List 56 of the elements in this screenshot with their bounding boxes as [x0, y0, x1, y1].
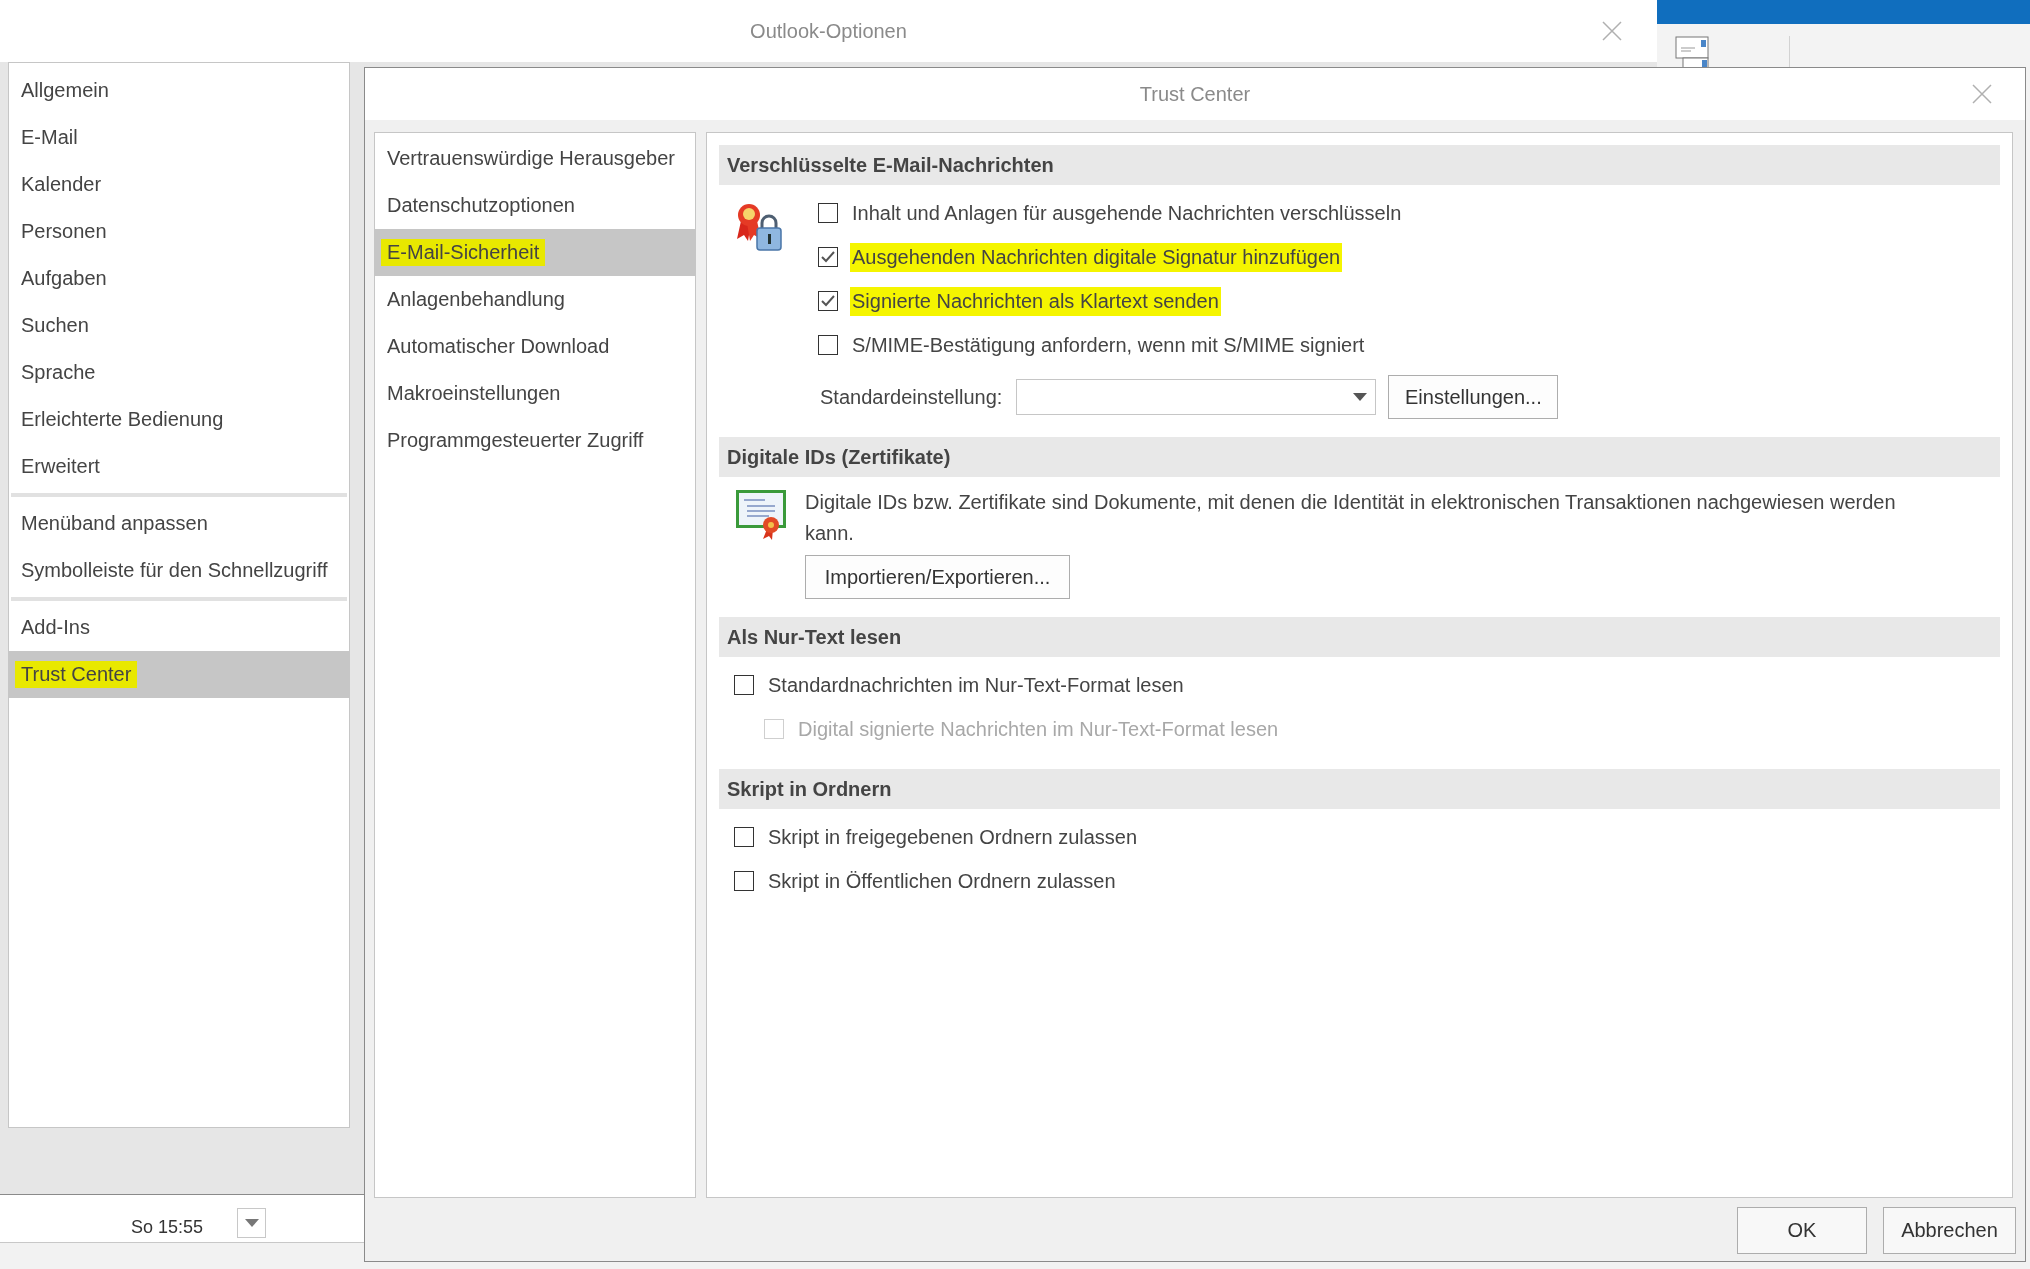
- sidebar-item[interactable]: Symbolleiste für den Schnellzugriff: [9, 547, 349, 594]
- sidebar-item[interactable]: Personen: [9, 208, 349, 255]
- checkbox-label: Signierte Nachrichten als Klartext senden: [850, 286, 1221, 316]
- checkmark-icon: [820, 294, 836, 308]
- sidebar-item[interactable]: E-Mail: [9, 114, 349, 161]
- sidebar-item[interactable]: Anlagenbehandlung: [375, 276, 695, 323]
- sidebar-item[interactable]: Allgemein: [9, 67, 349, 114]
- checkmark-icon: [820, 250, 836, 264]
- checkbox[interactable]: [818, 335, 838, 355]
- sidebar-item[interactable]: Add-Ins: [9, 604, 349, 651]
- close-icon: [1601, 20, 1623, 42]
- sidebar-item[interactable]: Menüband anpassen: [9, 500, 349, 547]
- checkbox-label: Digital signierte Nachrichten im Nur-Text-Format lesen: [797, 716, 1280, 742]
- caret-icon: [1353, 393, 1368, 401]
- sidebar-item[interactable]: Sprache: [9, 349, 349, 396]
- checkbox-label: Ausgehenden Nachrichten digitale Signatur hinzufügen: [850, 242, 1343, 272]
- close-icon: [1971, 83, 1993, 105]
- sidebar-item[interactable]: Aufgaben: [9, 255, 349, 302]
- settings-button[interactable]: Einstellungen...: [1388, 375, 1559, 419]
- sidebar-item[interactable]: Datenschutzoptionen: [375, 182, 695, 229]
- sidebar-item[interactable]: Programmgesteuerter Zugriff: [375, 417, 695, 464]
- description-text: Digitale IDs bzw. Zertifikate sind Dokumente, mit denen die Identität in elektronischen Transaktionen nachgewiesen werden kann.: [805, 490, 1897, 546]
- dropdown-button[interactable]: [237, 1208, 267, 1238]
- sidebar-item[interactable]: E-Mail-Sicherheit: [375, 229, 695, 276]
- import-export-button[interactable]: Importieren/Exportieren...: [805, 555, 1070, 599]
- section-header: Verschlüsselte E-Mail-Nachrichten: [719, 145, 2000, 185]
- checkbox[interactable]: [734, 827, 754, 847]
- time-text: So 15:55: [131, 1217, 204, 1239]
- section-header: Als Nur-Text lesen: [719, 617, 2000, 657]
- checkbox-label: Inhalt und Anlagen für ausgehende Nachrichten verschlüsseln: [851, 200, 1403, 226]
- section-header: Skript in Ordnern: [719, 769, 2000, 809]
- default-setting-label: Standardeinstellung:: [819, 384, 1004, 410]
- checkbox[interactable]: [734, 675, 754, 695]
- checkbox[interactable]: [818, 247, 838, 267]
- sidebar-item[interactable]: Suchen: [9, 302, 349, 349]
- sidebar-item[interactable]: Erweitert: [9, 443, 349, 490]
- sidebar-item[interactable]: Automatischer Download: [375, 323, 695, 370]
- sidebar-item[interactable]: Vertrauenswürdige Herausgeber: [375, 135, 695, 182]
- checkbox[interactable]: [818, 291, 838, 311]
- sidebar-item[interactable]: Erleichterte Bedienung: [9, 396, 349, 443]
- sidebar-item[interactable]: Trust Center: [9, 651, 349, 698]
- checkbox-label: Skript in Öffentlichen Ordnern zulassen: [767, 868, 1117, 894]
- checkbox[interactable]: [734, 871, 754, 891]
- cancel-button[interactable]: Abbrechen: [1883, 1206, 2016, 1254]
- ok-button[interactable]: OK: [1737, 1206, 1867, 1254]
- section-header: Digitale IDs (Zertifikate): [719, 437, 2000, 477]
- sidebar-item[interactable]: Kalender: [9, 161, 349, 208]
- caret-icon: [244, 1219, 259, 1227]
- checkbox[interactable]: [818, 203, 838, 223]
- window-title: Outlook-Optionen: [750, 19, 907, 43]
- sidebar-item[interactable]: Makroeinstellungen: [375, 370, 695, 417]
- checkbox-label: S/MIME-Bestätigung anfordern, wenn mit S/MIME signiert: [851, 332, 1366, 358]
- certificate-icon: [735, 489, 787, 541]
- dialog-title: Trust Center: [1139, 82, 1251, 106]
- checkbox-label: Skript in freigegebenen Ordnern zulassen: [767, 824, 1139, 850]
- checkbox-label: Standardnachrichten im Nur-Text-Format lesen: [767, 672, 1185, 698]
